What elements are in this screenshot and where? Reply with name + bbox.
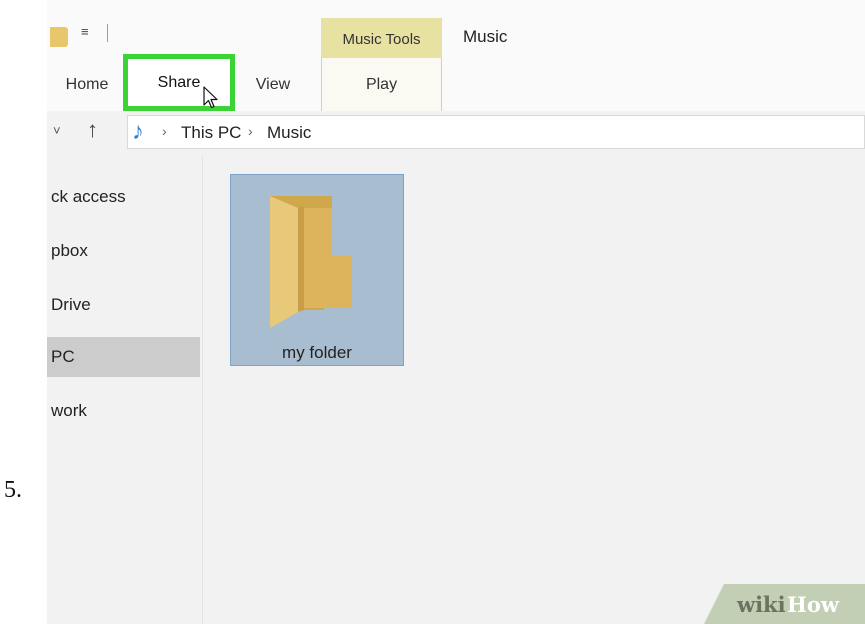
step-number: 5. [4, 477, 22, 503]
folder-item[interactable]: my folder [230, 174, 404, 366]
ribbon-tabs: Home View Play Share [47, 54, 865, 112]
title-bar: ≡ Music Tools Music [47, 0, 865, 61]
quick-access-dropdown-icon[interactable]: ≡ [81, 24, 89, 39]
window-title: Music [463, 27, 508, 46]
watermark-logo: wiki [737, 592, 786, 617]
navigation-pane: ck access pbox Drive PC work [47, 155, 203, 624]
folder-label: my folder [282, 343, 352, 362]
folder-icon[interactable] [50, 27, 68, 47]
watermark-logo: How [787, 592, 839, 617]
breadcrumb-separator-icon: › [248, 123, 253, 139]
content-area: my folder [203, 155, 865, 624]
nav-item-this-pc[interactable]: PC [51, 347, 75, 367]
tab-view[interactable]: View [243, 58, 303, 111]
music-tools-context-tab: Music Tools [321, 18, 442, 61]
folder-icon [270, 196, 352, 328]
nav-item-quick-access[interactable]: ck access [51, 187, 126, 207]
breadcrumb-this-pc[interactable]: This PC [181, 123, 241, 143]
music-note-icon: ♪ [132, 118, 144, 145]
nav-item-network[interactable]: work [51, 401, 87, 421]
nav-item-dropbox[interactable]: pbox [51, 241, 88, 261]
tab-play[interactable]: Play [321, 58, 442, 111]
file-explorer-window: ≡ Music Tools Music Home View Play Share… [47, 0, 865, 624]
mouse-cursor-icon [203, 86, 218, 109]
address-bar[interactable]: ♪ › This PC › Music [127, 115, 865, 149]
recent-locations-dropdown-icon[interactable]: ˅ [53, 123, 61, 138]
navigation-row: ˅ ↑ ♪ › This PC › Music [47, 111, 865, 155]
toolbar-divider [107, 24, 108, 42]
up-arrow-icon[interactable]: ↑ [87, 117, 98, 143]
nav-item-onedrive[interactable]: Drive [51, 295, 91, 315]
tab-home[interactable]: Home [57, 58, 117, 111]
breadcrumb-music[interactable]: Music [267, 123, 311, 143]
breadcrumb-separator-icon: › [162, 123, 167, 139]
